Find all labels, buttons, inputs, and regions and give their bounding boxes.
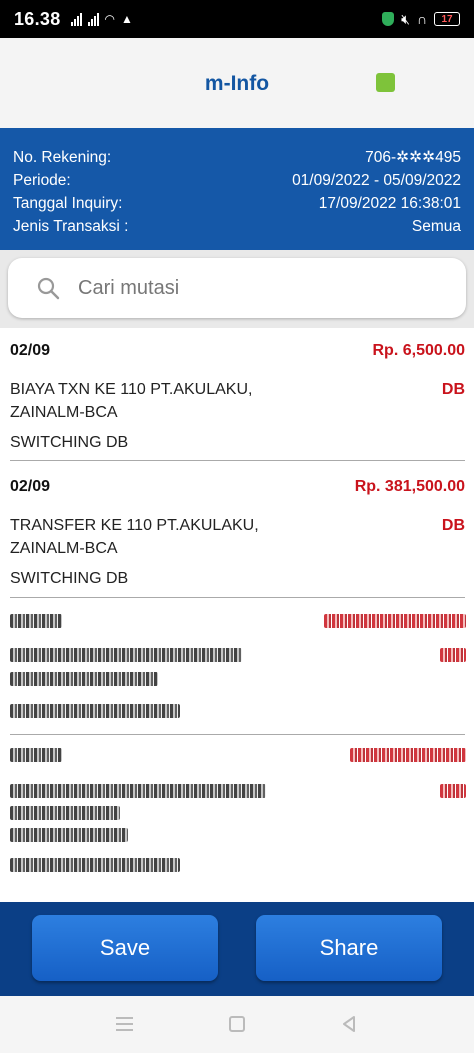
redacted-type	[440, 784, 466, 798]
divider	[10, 597, 465, 598]
info-value: Semua	[411, 218, 461, 235]
transaction-date: 02/09	[10, 342, 51, 359]
list-item-redacted[interactable]	[10, 746, 466, 886]
info-value: 706-✲✲✲495	[365, 149, 461, 166]
status-time: 16.38	[14, 8, 61, 29]
system-nav-bar	[0, 996, 474, 1053]
redacted-description	[10, 648, 242, 662]
app-header: m-Info	[0, 38, 474, 128]
info-label: Periode:	[13, 172, 71, 189]
info-row-transaction-type: Jenis Transaksi : Semua	[13, 215, 461, 238]
transaction-amount: Rp. 381,500.00	[354, 478, 465, 495]
redacted-channel	[10, 858, 180, 872]
description-line: BIAYA TXN KE 110 PT.AKULAKU,	[10, 381, 253, 398]
transaction-channel: SWITCHING DB	[10, 570, 129, 587]
save-button[interactable]: Save	[32, 915, 218, 981]
info-label: No. Rekening:	[13, 149, 112, 166]
status-indicator-icon	[376, 73, 395, 92]
transaction-type: DB	[441, 381, 465, 398]
wifi-icon: ◠	[104, 12, 116, 26]
page-title: m-Info	[204, 72, 270, 95]
search-placeholder: Cari mutasi	[78, 276, 180, 299]
divider	[10, 460, 465, 461]
search-input[interactable]: Cari mutasi	[8, 258, 466, 318]
account-info-panel: No. Rekening: 706-✲✲✲495 Periode: 01/09/…	[0, 128, 474, 250]
drive-icon: ▲	[121, 12, 133, 26]
action-bar: Save Share	[0, 902, 474, 996]
transaction-channel: SWITCHING DB	[10, 434, 129, 451]
info-row-account: No. Rekening: 706-✲✲✲495	[13, 146, 461, 169]
description-line: ZAINALM-BCA	[10, 540, 118, 557]
signal-icon	[70, 12, 82, 26]
share-button[interactable]: Share	[256, 915, 442, 981]
redacted-type	[440, 648, 466, 662]
menu-icon[interactable]	[113, 1014, 135, 1034]
info-value: 01/09/2022 - 05/09/2022	[292, 172, 461, 189]
info-row-inquiry-date: Tanggal Inquiry: 17/09/2022 16:38:01	[13, 192, 461, 215]
mute-icon: 🔇︎	[401, 10, 410, 27]
redacted-amount	[324, 614, 466, 628]
description-line: ZAINALM-BCA	[10, 404, 118, 421]
transaction-amount: Rp. 6,500.00	[372, 342, 466, 359]
list-item[interactable]: 02/09 Rp. 6,500.00 BIAYA TXN KE 110 PT.A…	[10, 342, 465, 452]
back-icon[interactable]	[338, 1014, 360, 1034]
transaction-description: TRANSFER KE 110 PT.AKULAKU, ZAINALM-BCA	[10, 514, 259, 560]
redacted-description	[10, 806, 120, 820]
home-icon[interactable]	[226, 1014, 248, 1034]
search-icon	[37, 277, 60, 300]
redacted-date	[10, 748, 62, 762]
signal-icon-2	[87, 12, 99, 26]
redacted-description	[10, 828, 128, 842]
list-item[interactable]: 02/09 Rp. 381,500.00 TRANSFER KE 110 PT.…	[10, 478, 465, 588]
divider	[10, 734, 465, 735]
info-value: 17/09/2022 16:38:01	[318, 195, 461, 212]
list-item-redacted[interactable]	[10, 612, 466, 732]
status-right-icons: 🔇︎ ∩ 17	[382, 11, 460, 28]
redacted-channel	[10, 704, 180, 718]
info-label: Jenis Transaksi :	[13, 218, 129, 235]
transaction-date: 02/09	[10, 478, 51, 495]
battery-icon: 17	[434, 12, 460, 26]
redacted-description	[10, 784, 266, 798]
description-line: TRANSFER KE 110 PT.AKULAKU,	[10, 517, 259, 534]
transaction-description: BIAYA TXN KE 110 PT.AKULAKU, ZAINALM-BCA	[10, 378, 252, 424]
redacted-amount	[350, 748, 466, 762]
shield-icon	[382, 12, 395, 26]
redacted-description	[10, 672, 158, 686]
status-left-icons: ◠ ▲	[70, 12, 133, 26]
redacted-date	[10, 614, 62, 628]
info-label: Tanggal Inquiry:	[13, 195, 123, 212]
info-row-period: Periode: 01/09/2022 - 05/09/2022	[13, 169, 461, 192]
transaction-type: DB	[441, 517, 465, 534]
search-container: Cari mutasi	[0, 250, 474, 328]
status-bar: 16.38 ◠ ▲ 🔇︎ ∩ 17	[0, 0, 474, 38]
headphones-icon: ∩	[416, 11, 427, 27]
